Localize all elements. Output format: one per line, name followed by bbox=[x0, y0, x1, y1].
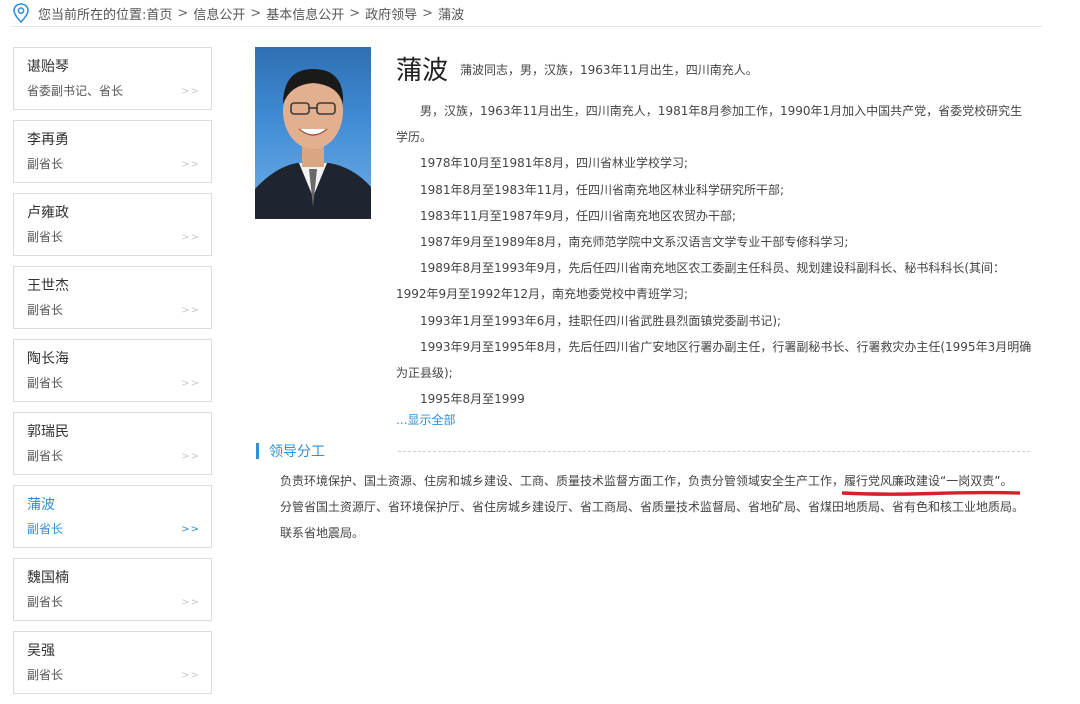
leader-name: 吴强 bbox=[27, 643, 55, 659]
leader-card[interactable]: 郭瑞民 副省长 >> bbox=[13, 412, 212, 475]
leader-card[interactable]: 王世杰 副省长 >> bbox=[13, 266, 212, 329]
leader-card[interactable]: 卢雍政 副省长 >> bbox=[13, 193, 212, 256]
leader-card-active[interactable]: 蒲波 副省长 >> bbox=[13, 485, 212, 548]
double-chevron-right-icon: >> bbox=[181, 86, 200, 97]
double-chevron-right-icon: >> bbox=[181, 232, 200, 243]
bio-paragraph: 1987年9月至1989年8月，南充师范学院中文系汉语言文学专业干部专修科学习; bbox=[420, 235, 849, 250]
show-all-link[interactable]: ...显示全部 bbox=[396, 411, 455, 428]
leader-title: 副省长 bbox=[27, 595, 64, 609]
red-annotation-underline bbox=[842, 490, 1020, 496]
breadcrumb-separator: > bbox=[177, 5, 189, 21]
double-chevron-right-icon: >> bbox=[181, 524, 200, 535]
person-intro: 蒲波同志，男，汉族，1963年11月出生，四川南充人。 bbox=[460, 63, 758, 77]
leader-title: 副省长 bbox=[27, 668, 64, 682]
portrait-illustration bbox=[255, 69, 371, 219]
leader-name: 谌贻琴 bbox=[27, 59, 69, 75]
duties-heading: 领导分工 bbox=[256, 442, 325, 460]
leader-name: 卢雍政 bbox=[27, 205, 69, 221]
bio-paragraph: 1993年1月至1993年6月，挂职任四川省武胜县烈面镇党委副书记); bbox=[420, 313, 782, 328]
breadcrumb-info-public[interactable]: 信息公开 bbox=[193, 4, 245, 23]
leader-title: 省委副书记、省长 bbox=[27, 84, 124, 98]
double-chevron-right-icon: >> bbox=[181, 159, 200, 170]
breadcrumb-separator: > bbox=[349, 5, 361, 21]
double-chevron-right-icon: >> bbox=[181, 378, 200, 389]
leader-list: 谌贻琴 省委副书记、省长 >> 李再勇 副省长 >> 卢雍政 副省长 >> 王世… bbox=[13, 47, 212, 704]
highlighted-duty-text: 履行党风廉政建设“一岗双责”。 bbox=[844, 474, 1013, 488]
breadcrumb-home[interactable]: 首页 bbox=[146, 4, 172, 23]
breadcrumb-separator: > bbox=[250, 5, 262, 21]
duties-content: 负责环境保护、国土资源、住房和城乡建设、工商、质量技术监督方面工作，负责分管领域… bbox=[280, 468, 1036, 546]
breadcrumb: 您当前所在的位置: 首页 > 信息公开 > 基本信息公开 > 政府领导 > 蒲波 bbox=[12, 0, 1042, 27]
portrait-photo bbox=[255, 47, 371, 219]
biography: 男，汉族，1963年11月出生，四川南充人，1981年8月参加工作，1990年1… bbox=[396, 98, 1032, 412]
breadcrumb-current: 蒲波 bbox=[438, 7, 465, 23]
bio-paragraph: 1989年8月至1993年9月，先后任四川省南充地区农工委副主任科员、规划建设科… bbox=[396, 261, 1006, 302]
bio-paragraph: 1983年11月至1987年9月，任四川省南充地区农贸办干部; bbox=[420, 208, 737, 223]
bio-paragraph: 1978年10月至1981年8月，四川省林业学校学习; bbox=[420, 156, 689, 171]
leader-title: 副省长 bbox=[27, 230, 64, 244]
leader-card[interactable]: 吴强 副省长 >> bbox=[13, 631, 212, 694]
leader-title: 副省长 bbox=[27, 303, 64, 317]
breadcrumb-gov-leaders[interactable]: 政府领导 bbox=[365, 4, 417, 23]
bio-paragraph: 男，汉族，1963年11月出生，四川南充人，1981年8月参加工作，1990年1… bbox=[396, 104, 1023, 145]
double-chevron-right-icon: >> bbox=[181, 451, 200, 462]
breadcrumb-prefix: 您当前所在的位置: bbox=[38, 7, 147, 23]
location-pin-icon bbox=[13, 3, 29, 23]
leader-card[interactable]: 李再勇 副省长 >> bbox=[13, 120, 212, 183]
leader-name: 魏国楠 bbox=[27, 570, 69, 586]
leader-name: 蒲波 bbox=[27, 497, 55, 513]
section-marker-icon bbox=[256, 443, 259, 459]
duties-line: 联系省地震局。 bbox=[280, 526, 365, 540]
leader-name: 王世杰 bbox=[27, 278, 69, 294]
leader-card[interactable]: 谌贻琴 省委副书记、省长 >> bbox=[13, 47, 212, 110]
duties-line-text: 负责环境保护、国土资源、住房和城乡建设、工商、质量技术监督方面工作，负责分管领域… bbox=[280, 474, 845, 488]
duties-title: 领导分工 bbox=[269, 444, 325, 460]
section-divider bbox=[398, 451, 1030, 452]
leader-name: 陶长海 bbox=[27, 351, 69, 367]
leader-title: 副省长 bbox=[27, 376, 64, 390]
leader-card[interactable]: 陶长海 副省长 >> bbox=[13, 339, 212, 402]
breadcrumb-basic-info[interactable]: 基本信息公开 bbox=[266, 4, 344, 23]
bio-paragraph: 1993年9月至1995年8月，先后任四川省广安地区行署办副主任，行署副秘书长、… bbox=[396, 339, 1032, 381]
double-chevron-right-icon: >> bbox=[181, 670, 200, 681]
leader-name: 李再勇 bbox=[27, 132, 69, 148]
leader-title: 副省长 bbox=[27, 522, 64, 536]
bio-paragraph: 1981年8月至1983年11月，任四川省南充地区林业科学研究所干部; bbox=[420, 182, 785, 197]
leader-title: 副省长 bbox=[27, 157, 64, 171]
bio-paragraph: 1995年8月至1999 bbox=[420, 392, 525, 407]
breadcrumb-separator: > bbox=[422, 5, 434, 21]
leader-title: 副省长 bbox=[27, 449, 64, 463]
person-name: 蒲波 bbox=[396, 56, 449, 86]
leader-name: 郭瑞民 bbox=[27, 424, 69, 440]
duties-line: 分管省国土资源厅、省环境保护厅、省住房城乡建设厅、省工商局、省质量技术监督局、省… bbox=[280, 500, 1025, 514]
double-chevron-right-icon: >> bbox=[181, 597, 200, 608]
double-chevron-right-icon: >> bbox=[181, 305, 200, 316]
leader-card[interactable]: 魏国楠 副省长 >> bbox=[13, 558, 212, 621]
